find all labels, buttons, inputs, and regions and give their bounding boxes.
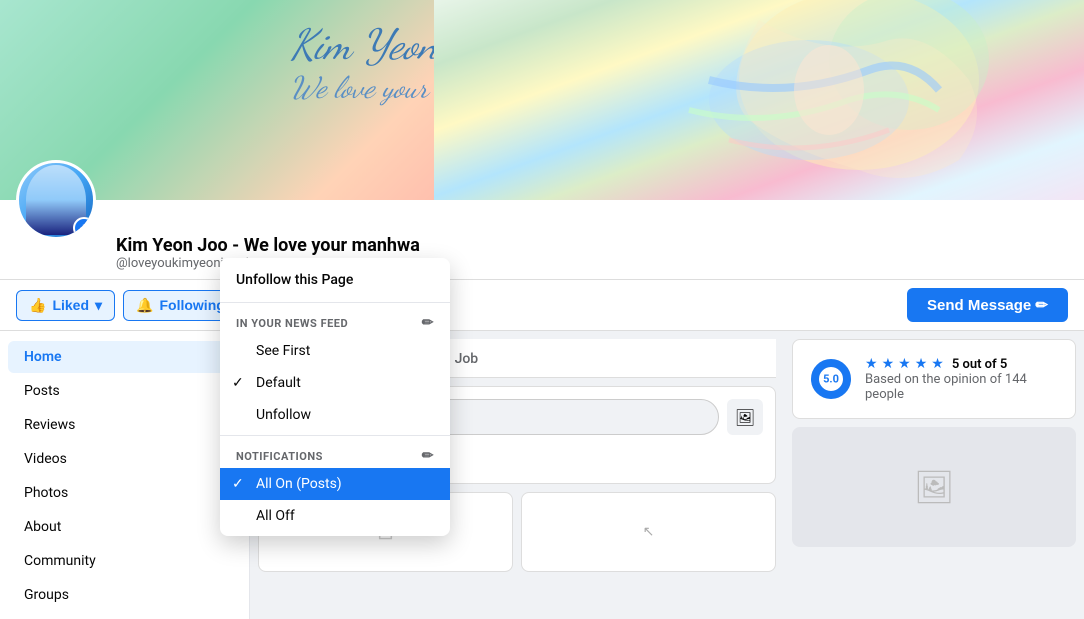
about-label: About bbox=[24, 519, 61, 535]
based-on-text: Based on the opinion of bbox=[865, 372, 1002, 387]
sidebar-item-videos[interactable]: Videos bbox=[8, 443, 241, 475]
camera-icon: 🖼 bbox=[735, 408, 755, 427]
reviews-label: Reviews bbox=[24, 417, 75, 433]
notifications-title: NOTIFICATIONS bbox=[236, 450, 323, 463]
rating-info: ★ ★ ★ ★ ★ 5 out of 5 Based on the opinio… bbox=[865, 356, 1059, 402]
dropdown-divider-1 bbox=[220, 302, 450, 303]
check-icon-all-on: ✓ bbox=[232, 476, 244, 492]
job-tab-label: Job bbox=[455, 351, 479, 367]
unfollow-page-label: Unfollow this Page bbox=[236, 272, 353, 288]
cursor-icon: ↖ bbox=[643, 524, 655, 540]
news-feed-section: IN YOUR NEWS FEED ✏ bbox=[220, 307, 450, 335]
send-message-label: Send Message ✏ bbox=[927, 297, 1048, 314]
star-1: ★ bbox=[865, 356, 878, 372]
all-off-item[interactable]: All Off bbox=[220, 500, 450, 532]
dropdown-divider-2 bbox=[220, 435, 450, 436]
liked-label: Liked bbox=[52, 297, 89, 313]
unfollow-item[interactable]: Unfollow bbox=[220, 399, 450, 431]
photo-upload-button[interactable]: 🖼 bbox=[727, 399, 763, 435]
edit-icon-2[interactable]: ✏ bbox=[422, 448, 434, 464]
unfollow-label: Unfollow bbox=[256, 407, 311, 423]
check-icon-default: ✓ bbox=[232, 375, 244, 391]
avatar: + bbox=[16, 160, 96, 240]
videos-label: Videos bbox=[24, 451, 67, 467]
home-label: Home bbox=[24, 349, 62, 365]
rating-card: 5.0 ★ ★ ★ ★ ★ 5 out of 5 Based on the op… bbox=[792, 339, 1076, 419]
following-label: Following bbox=[159, 297, 224, 313]
rating-stars-row: ★ ★ ★ ★ ★ 5 out of 5 bbox=[865, 356, 1059, 372]
sidebar-item-photos[interactable]: Photos bbox=[8, 477, 241, 509]
see-first-label: See First bbox=[256, 343, 310, 359]
all-on-item[interactable]: ✓ All On (Posts) bbox=[220, 468, 450, 500]
right-panel: 5.0 ★ ★ ★ ★ ★ 5 out of 5 Based on the op… bbox=[784, 331, 1084, 619]
rating-donut-container: 5.0 bbox=[809, 357, 853, 401]
send-message-button[interactable]: Send Message ✏ bbox=[907, 288, 1068, 322]
map-placeholder: 🖼 bbox=[792, 427, 1076, 547]
notifications-section: NOTIFICATIONS ✏ bbox=[220, 440, 450, 468]
star-2: ★ bbox=[882, 356, 895, 372]
all-off-label: All Off bbox=[256, 508, 295, 524]
sidebar-item-community[interactable]: Community bbox=[8, 545, 241, 577]
rating-score-inner: 5.0 bbox=[823, 373, 839, 386]
posts-label: Posts bbox=[24, 383, 60, 399]
liked-button[interactable]: 👍 Liked ▾ bbox=[16, 290, 115, 321]
following-icon: 🔔 bbox=[136, 297, 153, 314]
post-placeholder-2: ↖ bbox=[521, 492, 776, 572]
sidebar-item-about[interactable]: About bbox=[8, 511, 241, 543]
chevron-down-icon: ▾ bbox=[95, 297, 102, 314]
see-first-item[interactable]: See First bbox=[220, 335, 450, 367]
sidebar-item-notes[interactable]: Notes bbox=[8, 613, 241, 619]
sidebar-item-home[interactable]: Home bbox=[8, 341, 241, 373]
sidebar-item-groups[interactable]: Groups bbox=[8, 579, 241, 611]
like-icon: 👍 bbox=[29, 297, 46, 314]
star-5: ★ bbox=[931, 356, 944, 372]
main-layout: Home Posts Reviews Videos Photos About C… bbox=[0, 331, 1084, 619]
image-placeholder-icon: 🖼 bbox=[914, 468, 955, 506]
cover-photo: Kim Yeon Joo We love your manhwa bbox=[0, 0, 1084, 200]
cover-art-svg bbox=[509, 0, 1009, 200]
following-dropdown: Unfollow this Page IN YOUR NEWS FEED ✏ S… bbox=[220, 258, 450, 536]
star-4: ★ bbox=[915, 356, 928, 372]
edit-icon-1[interactable]: ✏ bbox=[422, 315, 434, 331]
community-label: Community bbox=[24, 553, 96, 569]
profile-name: Kim Yeon Joo - We love your manhwa bbox=[116, 235, 420, 256]
photos-label: Photos bbox=[24, 485, 68, 501]
groups-label: Groups bbox=[24, 587, 69, 603]
avatar-plus-icon[interactable]: + bbox=[73, 217, 95, 239]
rating-based-on: Based on the opinion of 144 people bbox=[865, 372, 1059, 402]
all-on-label: All On (Posts) bbox=[256, 476, 342, 492]
star-3: ★ bbox=[898, 356, 911, 372]
page-wrapper: Kim Yeon Joo We love your manhwa bbox=[0, 0, 1084, 619]
default-item[interactable]: ✓ Default bbox=[220, 367, 450, 399]
sidebar: Home Posts Reviews Videos Photos About C… bbox=[0, 331, 250, 619]
default-label: Default bbox=[256, 375, 301, 391]
action-bar: 👍 Liked ▾ 🔔 Following ▾ ↗ Share ··· Send… bbox=[0, 280, 1084, 331]
profile-section: + Kim Yeon Joo - We love your manhwa @lo… bbox=[0, 200, 1084, 280]
sidebar-item-posts[interactable]: Posts bbox=[8, 375, 241, 407]
sidebar-item-reviews[interactable]: Reviews bbox=[8, 409, 241, 441]
cover-art bbox=[434, 0, 1084, 200]
out-of-label: 5 out of 5 bbox=[952, 357, 1008, 372]
news-feed-title: IN YOUR NEWS FEED bbox=[236, 317, 348, 330]
unfollow-page-item[interactable]: Unfollow this Page bbox=[220, 262, 450, 298]
